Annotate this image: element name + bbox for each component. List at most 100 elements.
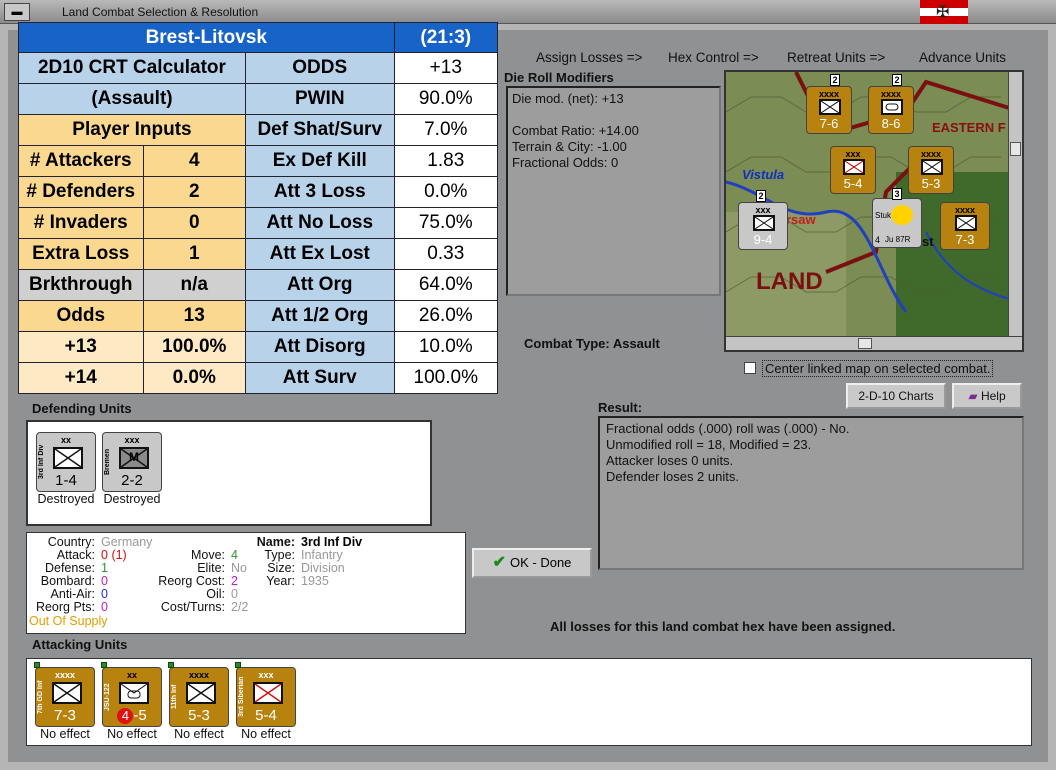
- window-title: Land Combat Selection & Resolution: [62, 5, 259, 19]
- info-label: Year:: [266, 574, 295, 588]
- result-label: Att 3 Loss: [244, 176, 395, 208]
- result-label: Att Surv: [244, 362, 395, 394]
- map-label: Vistula: [742, 167, 785, 182]
- info-value: 2/2: [231, 600, 249, 614]
- input-label: # Defenders: [18, 176, 144, 208]
- result-title: Result:: [598, 400, 643, 415]
- phase-assign-losses[interactable]: Assign Losses =>: [536, 50, 643, 65]
- hex-code: (21:3): [393, 22, 499, 53]
- attacking-unit[interactable]: xx JSU-122 4 -5: [101, 662, 162, 727]
- help-label: Help: [980, 389, 1006, 403]
- info-label: Cost/Turns:: [160, 600, 225, 614]
- ok-label: OK - Done: [509, 555, 572, 570]
- die-roll-line: Terrain & City: -1.00: [512, 139, 627, 154]
- result-label: Def Shat/Surv: [244, 114, 395, 146]
- phase-hex-control[interactable]: Hex Control =>: [668, 50, 759, 65]
- infantry-icon: [819, 99, 841, 115]
- infantry-icon: [52, 682, 82, 704]
- status-dot: [235, 662, 241, 668]
- scroll-thumb[interactable]: [858, 338, 872, 349]
- result-value: 75.0%: [393, 207, 499, 239]
- stack-count: 3: [892, 188, 902, 200]
- map-label: st: [922, 234, 934, 249]
- hex-name: Brest-Litovsk: [18, 22, 395, 53]
- die-roll-title: Die Roll Modifiers: [504, 70, 614, 85]
- unit-status: No effect: [241, 727, 291, 741]
- player-inputs-header: Player Inputs: [18, 114, 246, 146]
- result-label: Att Ex Lost: [244, 238, 395, 270]
- phase-retreat-units[interactable]: Retreat Units =>: [787, 50, 885, 65]
- result-panel: Fractional odds (.000) roll was (.000) -…: [598, 416, 1024, 570]
- map-unit[interactable]: xxxx 8-6: [868, 86, 914, 134]
- explosion-icon: [891, 205, 913, 225]
- input-value[interactable]: 2: [142, 176, 246, 208]
- input-label: # Attackers: [18, 145, 144, 177]
- result-value: 100.0%: [393, 362, 499, 394]
- map-unit[interactable]: xxxx 7-3: [940, 202, 990, 250]
- input-value[interactable]: 13: [142, 300, 246, 332]
- phase-bar: Assign Losses => Hex Control => Retreat …: [500, 47, 1030, 69]
- map-unit[interactable]: xxx 9-4: [738, 202, 788, 250]
- combat-type: Combat Type: Assault: [524, 336, 660, 351]
- german-flag-icon: [920, 0, 968, 24]
- unit-status: Destroyed: [103, 492, 161, 506]
- crt-calculator-table: Brest-Litovsk (21:3) 2D10 CRT Calculator…: [18, 22, 499, 394]
- map-label: rsaw: [786, 212, 816, 227]
- input-value[interactable]: 1: [142, 238, 246, 270]
- status-dot: [101, 662, 107, 668]
- input-label: Brkthrough: [18, 269, 144, 301]
- infantry-icon: [253, 682, 283, 704]
- die-roll-line: Die mod. (net): +13: [512, 91, 624, 106]
- defending-unit[interactable]: xx 3rd Inf Div 1-4: [36, 432, 96, 492]
- attacking-unit[interactable]: xxx 3rd Siberian 5-4: [235, 662, 296, 727]
- infantry-icon: [921, 159, 943, 175]
- map-label: LAND: [756, 268, 823, 295]
- combat-window: ▬ Land Combat Selection & Resolution Ass…: [0, 0, 1056, 770]
- defending-unit[interactable]: xxx Bremen M 2-2: [102, 432, 162, 492]
- input-label: # Invaders: [18, 207, 144, 239]
- defending-title: Defending Units: [32, 401, 132, 416]
- phase-advance-units[interactable]: Advance Units: [919, 50, 1006, 65]
- die-roll-line: Combat Ratio: +14.00: [512, 123, 639, 138]
- help-button[interactable]: ▰ Help: [952, 383, 1022, 409]
- result-value: 7.0%: [393, 114, 499, 146]
- die-roll-panel: Die mod. (net): +13 Combat Ratio: +14.00…: [506, 86, 721, 296]
- checkbox-box[interactable]: [744, 362, 756, 374]
- map-unit[interactable]: xxxx 5-3: [908, 146, 954, 194]
- linked-map[interactable]: EASTERN F Vistula rsaw LAND st xxxx 7-6 …: [724, 70, 1024, 352]
- result-line: Attacker loses 0 units.: [606, 453, 734, 468]
- result-value: 64.0%: [393, 269, 499, 301]
- odds-row-label: +13: [18, 331, 144, 363]
- unit-info-box: Country: Germany Attack: 0 (1) Defense: …: [26, 532, 466, 634]
- assault-gun-icon: [119, 682, 149, 704]
- attacking-unit[interactable]: xxxx 7th GD Inf 7-3: [34, 662, 95, 727]
- status-dot: [168, 662, 174, 668]
- map-unit[interactable]: xxx 5-4: [830, 146, 876, 194]
- map-horizontal-scrollbar[interactable]: [726, 336, 1022, 350]
- result-value: 26.0%: [393, 300, 499, 332]
- stack-count: 2: [892, 74, 902, 86]
- input-value[interactable]: 0: [142, 207, 246, 239]
- center-linked-checkbox[interactable]: Center linked map on selected combat.: [744, 360, 1024, 378]
- scroll-thumb[interactable]: [1010, 142, 1021, 156]
- defending-units-box: xx 3rd Inf Div 1-4 Destroyed xxx Bremen …: [26, 420, 432, 526]
- attacking-title: Attacking Units: [32, 637, 128, 652]
- map-unit[interactable]: xxxx 7-6: [806, 86, 852, 134]
- odds-row-value: 0.0%: [142, 362, 246, 394]
- result-label: Att 1/2 Org: [244, 300, 395, 332]
- input-value[interactable]: 4: [142, 145, 246, 177]
- militia-icon: M: [119, 447, 149, 469]
- system-menu-button[interactable]: ▬: [4, 3, 30, 21]
- die-roll-line: Fractional Odds: 0: [512, 155, 619, 170]
- result-value: 0.33: [393, 238, 499, 270]
- infantry-icon: [753, 215, 775, 231]
- result-value: 1.83: [393, 145, 499, 177]
- attacking-unit[interactable]: xxxx 11th Inf 5-3: [168, 662, 229, 727]
- info-value: 1935: [301, 574, 329, 588]
- map-vertical-scrollbar[interactable]: [1008, 72, 1022, 336]
- crt-charts-button[interactable]: 2-D-10 Charts: [846, 383, 946, 409]
- stack-count: 2: [830, 74, 840, 86]
- ok-done-button[interactable]: ✔ OK - Done: [472, 548, 592, 578]
- result-label: PWIN: [244, 83, 395, 115]
- air-unit[interactable]: Stuka 4 Ju 87R: [872, 198, 922, 248]
